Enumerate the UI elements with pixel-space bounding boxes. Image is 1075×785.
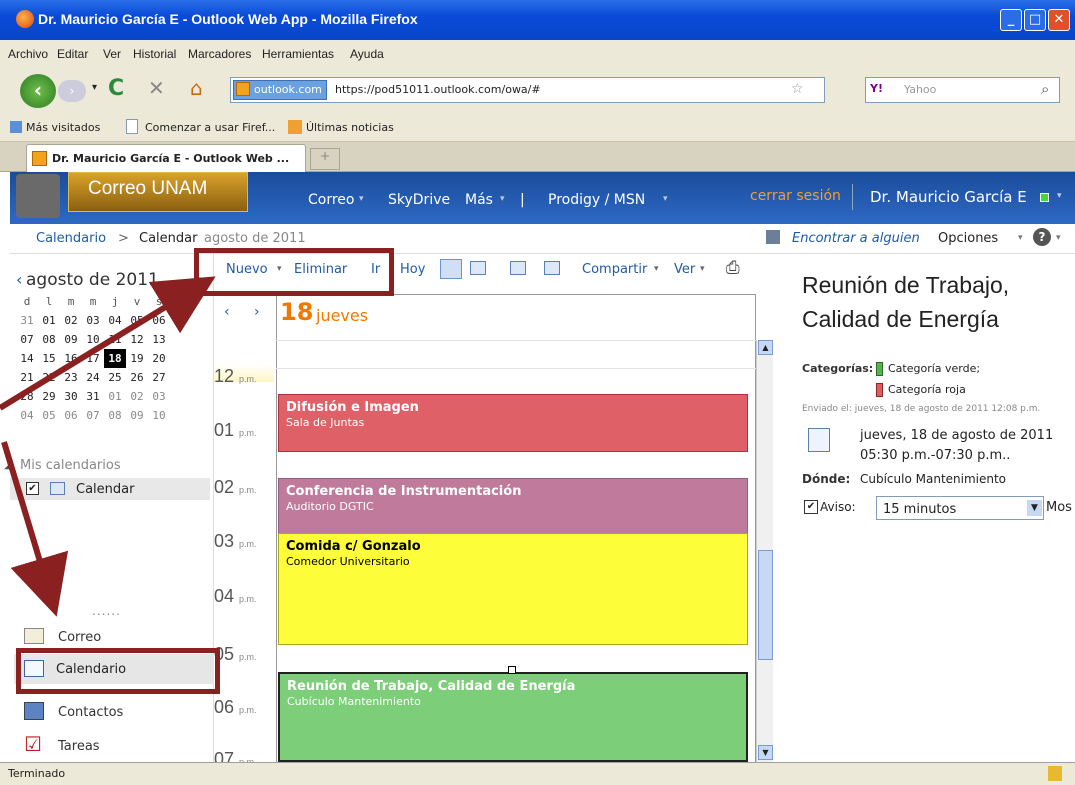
annotation-arrow-toolbar [0, 276, 216, 411]
annotation-arrows [0, 276, 216, 617]
annotation-arrow-calendar [1, 441, 69, 617]
